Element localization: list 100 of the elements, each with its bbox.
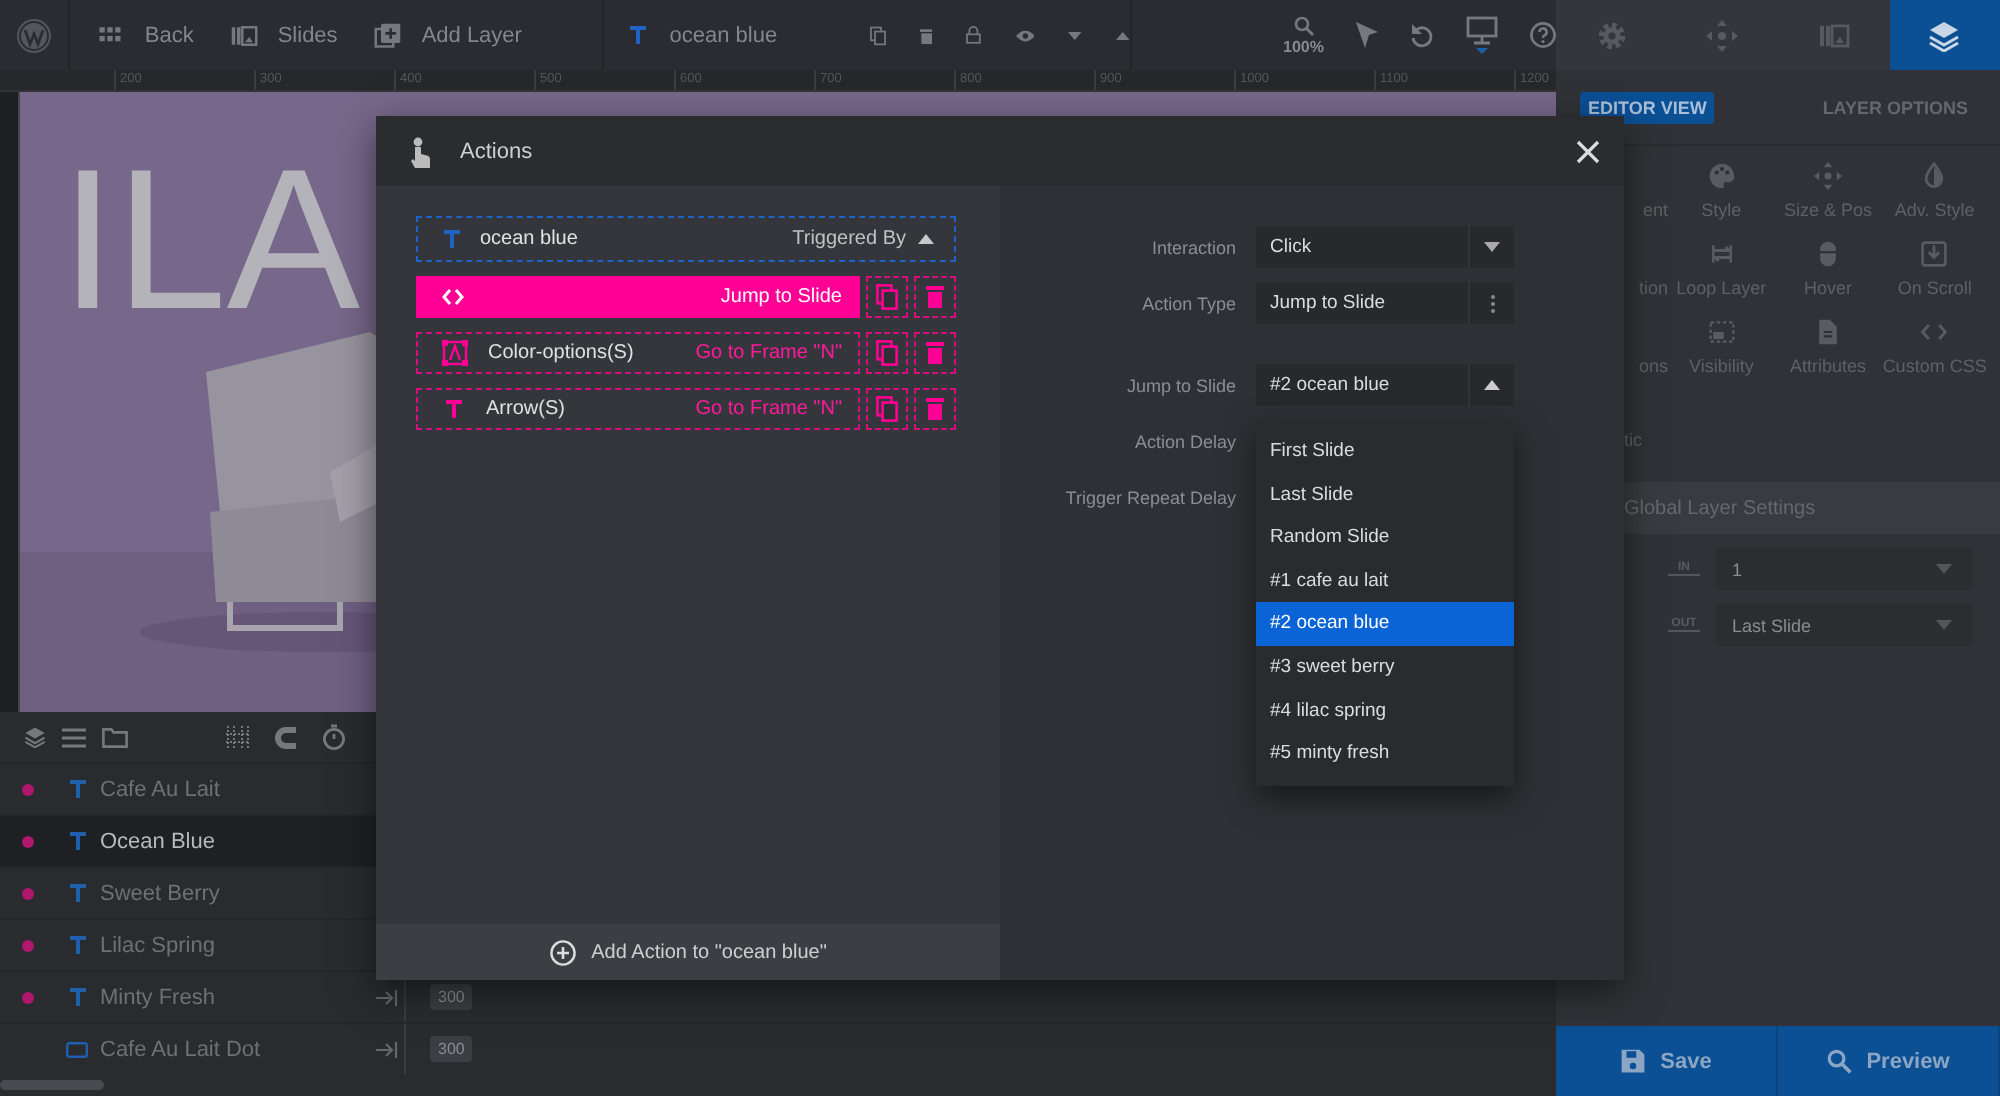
- download-icon[interactable]: [1920, 240, 1949, 268]
- text-layer-icon: [70, 884, 86, 902]
- dropdown-option[interactable]: #4 lilac spring: [1256, 689, 1514, 733]
- text-layer-icon: [629, 26, 646, 44]
- text-layer-icon: [70, 832, 86, 850]
- folder-icon[interactable]: [102, 727, 128, 747]
- slides-icon[interactable]: [1817, 19, 1850, 51]
- dropdown-option[interactable]: Last Slide: [1256, 473, 1514, 517]
- delete-button[interactable]: [914, 388, 956, 430]
- select-field[interactable]: Last Slide: [1716, 604, 1972, 646]
- code-icon[interactable]: [1920, 318, 1949, 346]
- field-label: Jump to Slide: [1124, 375, 1236, 395]
- caret-down-icon[interactable]: [1484, 242, 1500, 252]
- move-icon[interactable]: [1706, 19, 1739, 51]
- dropdown-option[interactable]: #1 cafe au lait: [1256, 559, 1514, 603]
- copy-icon[interactable]: [876, 340, 898, 366]
- toolbar-button[interactable]: Back: [96, 21, 194, 49]
- layer-name: ocean blue: [669, 23, 778, 47]
- select-field[interactable]: 1: [1716, 548, 1972, 590]
- zoom-icon[interactable]: [1293, 15, 1314, 35]
- layer-row[interactable]: Minty Fresh: [0, 972, 376, 1022]
- code-icon: [442, 288, 464, 306]
- caret-up-icon[interactable]: [1484, 380, 1500, 390]
- hand-pointer-icon: [408, 135, 432, 167]
- palette-icon[interactable]: [1707, 162, 1736, 190]
- panel-tab[interactable]: [1889, 0, 2000, 70]
- action-row[interactable]: Jump to Slide: [416, 276, 860, 318]
- action-row[interactable]: Color-options(S) Go to Frame "N": [416, 332, 860, 374]
- trigger-row[interactable]: ocean blue Triggered By: [416, 216, 956, 262]
- scrollbar[interactable]: [0, 1080, 104, 1090]
- dropdown-option[interactable]: Random Slide: [1256, 516, 1514, 560]
- trash-icon[interactable]: [926, 398, 944, 420]
- duplicate-button[interactable]: [866, 388, 908, 430]
- screen-icon[interactable]: [1707, 318, 1736, 346]
- field-label: Action Delay: [1132, 431, 1236, 451]
- list-icon[interactable]: [62, 727, 86, 747]
- duration-badge: 300: [430, 1036, 473, 1062]
- delete-button[interactable]: [914, 332, 956, 374]
- wordpress-logo-icon[interactable]: [16, 17, 53, 53]
- text-frame-icon: [442, 340, 468, 366]
- desktop-icon[interactable]: [1466, 15, 1498, 55]
- document-icon[interactable]: [1813, 318, 1842, 346]
- align-right-icon[interactable]: [376, 989, 398, 1005]
- settings-icon[interactable]: [1595, 19, 1628, 51]
- duration-badge: 300: [430, 984, 473, 1010]
- preview-button[interactable]: Preview: [1778, 1026, 2000, 1096]
- trash-icon[interactable]: [926, 342, 944, 364]
- copy-icon[interactable]: [876, 284, 898, 310]
- eye-icon[interactable]: [1015, 25, 1035, 45]
- timer-icon[interactable]: [322, 724, 346, 750]
- dropdown-option[interactable]: #3 sweet berry: [1256, 645, 1514, 690]
- drop-icon[interactable]: [1920, 162, 1949, 190]
- save-button[interactable]: Save: [1556, 1026, 1778, 1096]
- select-field[interactable]: #2 ocean blue: [1256, 364, 1514, 406]
- plus-circle-icon[interactable]: [549, 939, 576, 965]
- align-right-icon[interactable]: [376, 1041, 398, 1057]
- layers-icon[interactable]: [24, 726, 46, 748]
- caret-down-icon[interactable]: [1068, 29, 1082, 41]
- select-field[interactable]: Jump to Slide: [1256, 282, 1514, 324]
- trash-icon[interactable]: [926, 286, 944, 308]
- copy-icon[interactable]: [876, 396, 898, 422]
- more-icon[interactable]: [1489, 293, 1495, 313]
- layer-row[interactable]: Sweet Berry: [0, 868, 376, 918]
- caret-up-icon: [918, 234, 934, 244]
- close-icon[interactable]: [1576, 139, 1600, 163]
- view-tab[interactable]: EDITOR VIEW: [1580, 91, 1715, 123]
- text-layer-icon: [70, 988, 86, 1006]
- add-action-button[interactable]: Add Action to "ocean blue": [376, 924, 1000, 980]
- cursor-icon[interactable]: [1356, 22, 1378, 48]
- toolbar-button[interactable]: Add Layer: [373, 21, 522, 49]
- dialog-title: Actions: [460, 139, 533, 163]
- select-field[interactable]: Click: [1256, 226, 1514, 268]
- magnet-icon[interactable]: [274, 725, 298, 749]
- dropdown-option[interactable]: First Slide: [1256, 430, 1514, 474]
- zoom-level: 100%: [1283, 37, 1324, 55]
- field-label: Action Type: [1140, 293, 1236, 313]
- text-layer-icon: [446, 400, 462, 418]
- copy-icon[interactable]: [869, 21, 886, 49]
- dropdown-option[interactable]: #5 minty fresh: [1256, 732, 1514, 776]
- layers-icon[interactable]: [1928, 19, 1961, 51]
- layer-row[interactable]: Lilac Spring: [0, 920, 376, 970]
- action-row[interactable]: Arrow(S) Go to Frame "N": [416, 388, 860, 430]
- delete-button[interactable]: [914, 276, 956, 318]
- grid-icon[interactable]: [226, 725, 250, 749]
- help-icon[interactable]: [1530, 22, 1556, 48]
- layer-row[interactable]: Ocean Blue: [0, 816, 376, 866]
- duplicate-button[interactable]: [866, 276, 908, 318]
- toolbar-button[interactable]: Slides: [229, 21, 338, 49]
- layer-row[interactable]: Cafe Au Lait Dot: [0, 1024, 376, 1074]
- add-layer-icon[interactable]: [373, 21, 402, 49]
- slides-icon[interactable]: [229, 21, 258, 49]
- layer-row[interactable]: Cafe Au Lait: [0, 764, 376, 814]
- move-icon[interactable]: [1813, 162, 1842, 190]
- duplicate-button[interactable]: [866, 332, 908, 374]
- search-icon[interactable]: [1826, 1048, 1853, 1074]
- loop-icon[interactable]: [1707, 240, 1736, 268]
- dropdown-option[interactable]: #2 ocean blue: [1256, 602, 1514, 646]
- lock-icon[interactable]: [966, 22, 982, 48]
- trash-icon[interactable]: [919, 23, 933, 47]
- undo-icon[interactable]: [1410, 22, 1434, 48]
